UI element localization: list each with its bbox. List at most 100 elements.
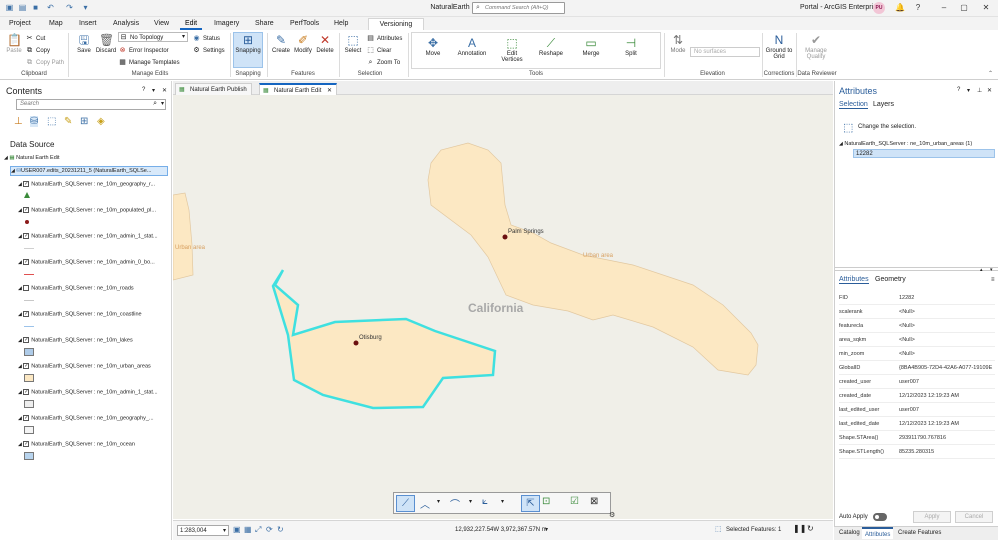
- chevron-down-icon[interactable]: ▾: [501, 498, 504, 505]
- tab-layers[interactable]: Layers: [873, 101, 894, 108]
- pane-pin-icon[interactable]: ⊥: [977, 87, 982, 94]
- attribute-field-row[interactable]: created_date 12/12/2023 12:19:23 AM: [839, 389, 995, 403]
- field-value[interactable]: 12282: [899, 291, 997, 305]
- edit-vertices-icon[interactable]: ⇱: [521, 495, 540, 512]
- tab-help[interactable]: Help: [329, 18, 353, 30]
- undo-icon[interactable]: ↶: [45, 3, 56, 13]
- pane-help-icon[interactable]: ?: [142, 87, 145, 93]
- field-value[interactable]: 85235.280315: [899, 445, 997, 459]
- field-value[interactable]: {8BA4B905-72D4-42A6-A077-19109E: [899, 361, 997, 375]
- layer-item[interactable]: ◢ ✓ NaturalEarth_SQLServer : ne_10m_coast…: [18, 311, 142, 317]
- attribute-field-row[interactable]: GlobalID {8BA4B905-72D4-42A6-A077-19109E: [839, 361, 995, 375]
- cancel-button[interactable]: Cancel: [955, 511, 993, 523]
- scale-dropdown[interactable]: 1:283,004 ▾: [177, 525, 229, 536]
- tab-create-features[interactable]: Create Features: [895, 527, 944, 539]
- redo-icon[interactable]: ↷: [64, 3, 75, 13]
- split-tool-button[interactable]: ⊣ Split: [615, 36, 647, 57]
- chevron-down-icon[interactable]: ▾: [545, 526, 548, 533]
- list-by-snapping-icon[interactable]: ⊞: [80, 116, 88, 127]
- layer-item[interactable]: ◢ NaturalEarth_SQLServer : ne_10m_roads: [18, 285, 134, 291]
- line-segment-icon[interactable]: ⟋: [396, 495, 415, 512]
- layer-item[interactable]: ◢ ✓ NaturalEarth_SQLServer : ne_10m_ocean: [18, 441, 135, 447]
- layer-visibility-checkbox[interactable]: ✓: [23, 363, 30, 369]
- snapping-button[interactable]: ⊞ Snapping: [233, 32, 263, 68]
- settings-button[interactable]: ⚙ Settings: [192, 45, 224, 56]
- new-project-icon[interactable]: ▣: [4, 3, 15, 13]
- layer-item[interactable]: ◢ ✓ NaturalEarth_SQLServer : ne_10m_geogr…: [18, 415, 154, 421]
- tab-natural-earth-publish[interactable]: ▦ Natural Earth Publish: [175, 83, 252, 95]
- field-value[interactable]: user007: [899, 403, 997, 417]
- copy-button[interactable]: ⧉ Copy: [25, 45, 50, 56]
- manage-templates-button[interactable]: ▦ Manage Templates: [118, 57, 179, 68]
- layer-item[interactable]: ◢ ✓ NaturalEarth_SQLServer : ne_10m_lakes: [18, 337, 133, 343]
- fixed-scale-icon[interactable]: ▣: [233, 525, 241, 534]
- reshape-box-icon[interactable]: ⊡: [542, 496, 550, 507]
- edit-vertices-tool-button[interactable]: ⬚ Edit Vertices: [496, 36, 528, 63]
- tab-map[interactable]: Map: [44, 18, 68, 30]
- close-icon[interactable]: ✕: [979, 1, 993, 15]
- layer-visibility-checkbox[interactable]: [23, 285, 30, 291]
- tab-catalog[interactable]: Catalog: [836, 527, 863, 539]
- list-by-drawing-order-icon[interactable]: ⊥: [14, 116, 23, 127]
- command-search-input[interactable]: ⌕ Command Search (Alt+Q): [472, 2, 565, 14]
- field-value[interactable]: <Null>: [899, 305, 997, 319]
- reshape-tool-button[interactable]: ⟋ Reshape: [535, 36, 567, 57]
- layer-visibility-checkbox[interactable]: ✓: [23, 311, 30, 317]
- refresh-map-icon[interactable]: ↻: [807, 524, 814, 533]
- save-project-icon[interactable]: ■: [30, 3, 41, 13]
- layer-item[interactable]: ◢ ✓ NaturalEarth_SQLServer : ne_10m_popul…: [18, 207, 156, 213]
- tab-perftools[interactable]: PerfTools: [285, 18, 324, 30]
- notification-icon[interactable]: 🔔: [893, 1, 907, 15]
- topology-dropdown[interactable]: ⊟ No Topology ▾: [118, 32, 188, 42]
- paste-button[interactable]: 📋 Paste: [3, 33, 25, 54]
- attribute-field-row[interactable]: Shape.STLength() 85235.280315: [839, 445, 995, 459]
- field-value[interactable]: <Null>: [899, 347, 997, 361]
- tab-geometry[interactable]: Geometry: [875, 276, 906, 283]
- layer-visibility-checkbox[interactable]: ✓: [23, 181, 30, 187]
- layer-visibility-checkbox[interactable]: ✓: [23, 233, 30, 239]
- pane-menu-icon[interactable]: ▾: [152, 87, 155, 94]
- clear-selection-button[interactable]: ⬚ Clear: [366, 45, 391, 56]
- attribute-field-row[interactable]: scalerank <Null>: [839, 305, 995, 319]
- toolbar-options-icon[interactable]: ⚙: [609, 511, 615, 519]
- chevron-up-icon[interactable]: ▴: [980, 267, 983, 273]
- chevron-down-icon[interactable]: ▾: [437, 498, 440, 505]
- chevron-down-icon[interactable]: ▾: [469, 498, 472, 505]
- field-value[interactable]: 12/12/2023 12:19:23 AM: [899, 389, 997, 403]
- options-menu-icon[interactable]: ≡: [991, 277, 995, 283]
- save-edits-button[interactable]: 🖫 Save: [74, 33, 94, 54]
- finish-sketch-icon[interactable]: ☑: [570, 496, 579, 507]
- contents-search-input[interactable]: Search ⌕ ▾: [16, 99, 166, 110]
- discard-edits-button[interactable]: 🗑 Discard: [95, 33, 117, 54]
- attribute-field-row[interactable]: Shape.STArea() 293911790.767816: [839, 431, 995, 445]
- tab-attributes[interactable]: Attributes: [839, 276, 869, 284]
- attribute-field-row[interactable]: featurecla <Null>: [839, 319, 995, 333]
- layer-item[interactable]: ◢ ✓ NaturalEarth_SQLServer : ne_10m_admin…: [18, 233, 158, 239]
- tab-project[interactable]: Project: [4, 18, 36, 30]
- apply-button[interactable]: Apply: [913, 511, 951, 523]
- help-icon[interactable]: ?: [911, 1, 925, 15]
- select-button[interactable]: ⬚ Select: [342, 33, 364, 54]
- ground-to-grid-button[interactable]: N Ground to Grid: [764, 33, 794, 60]
- delete-sketch-icon[interactable]: ⊠: [590, 496, 598, 507]
- layer-visibility-checkbox[interactable]: ✓: [23, 259, 30, 265]
- tab-versioning[interactable]: Versioning: [368, 18, 424, 30]
- move-tool-button[interactable]: ✥ Move: [417, 36, 449, 57]
- layer-visibility-checkbox[interactable]: ✓: [23, 337, 30, 343]
- customize-toolbar-icon[interactable]: ▾: [80, 3, 91, 13]
- attributes-button[interactable]: ▤ Attributes: [366, 33, 402, 44]
- field-value[interactable]: 293911790.767816: [899, 431, 997, 445]
- open-project-icon[interactable]: ▤: [17, 3, 28, 13]
- selection-layer-node[interactable]: ◢ NaturalEarth_SQLServer : ne_10m_urban_…: [839, 141, 972, 147]
- pause-icon[interactable]: ❚❚: [793, 524, 806, 533]
- copy-path-button[interactable]: ⧉ Copy Path: [25, 57, 64, 68]
- pane-close-icon[interactable]: ✕: [987, 87, 992, 94]
- layer-visibility-checkbox[interactable]: ✓: [23, 415, 30, 421]
- selected-features-count[interactable]: Selected Features: 1: [726, 527, 781, 533]
- map-node[interactable]: ◢ ▦ Natural Earth Edit: [4, 155, 60, 161]
- field-value[interactable]: 12/12/2023 12:19:23 AM: [899, 417, 997, 431]
- layer-visibility-checkbox[interactable]: ✓: [23, 207, 30, 213]
- tab-insert[interactable]: Insert: [74, 18, 102, 30]
- zoom-extent-icon[interactable]: ⤢: [255, 525, 261, 535]
- collapse-ribbon-icon[interactable]: ⌃: [988, 70, 993, 77]
